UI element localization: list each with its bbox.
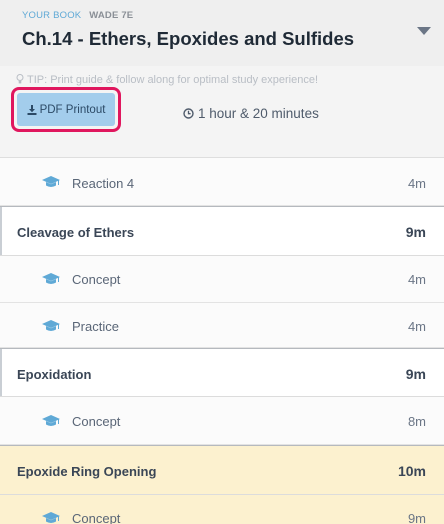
chapter-header: YOUR BOOK WADE 7E Ch.14 - Ethers, Epoxid… <box>0 0 444 66</box>
lesson-duration: 4m <box>407 176 426 191</box>
book-name: WADE 7E <box>89 10 134 21</box>
section-header[interactable]: Cleavage of Ethers 9m <box>0 206 444 256</box>
graduation-cap-icon <box>42 273 60 284</box>
section-duration: 9m <box>405 366 426 382</box>
total-duration-text: 1 hour & 20 minutes <box>198 106 319 121</box>
lesson-duration: 4m <box>407 272 426 287</box>
chapter-outline: Reaction 4 4m Cleavage of Ethers 9m Conc… <box>0 158 444 524</box>
tip-text-container: TIP: Print guide & follow along for opti… <box>16 74 318 86</box>
pdf-printout-button[interactable]: PDF Printout <box>17 93 115 126</box>
section-duration: 9m <box>405 224 426 240</box>
list-item[interactable]: Concept 4m <box>0 256 444 303</box>
section-title: Epoxidation <box>17 367 92 382</box>
lightbulb-icon <box>16 74 24 84</box>
list-item[interactable]: Concept 9m <box>0 495 444 524</box>
download-icon <box>27 104 37 115</box>
section-title: Cleavage of Ethers <box>17 225 135 240</box>
graduation-cap-icon <box>42 176 60 187</box>
pdf-button-label: PDF Printout <box>39 103 106 116</box>
total-duration: 1 hour & 20 minutes <box>183 106 319 121</box>
book-info: YOUR BOOK WADE 7E <box>22 10 133 21</box>
graduation-cap-icon <box>42 415 60 426</box>
lesson-label: Practice <box>72 319 119 334</box>
section-header[interactable]: Epoxidation 9m <box>0 348 444 397</box>
lesson-duration: 8m <box>407 414 426 429</box>
clock-icon <box>183 108 194 119</box>
list-item[interactable]: Concept 8m <box>0 397 444 445</box>
book-label: YOUR BOOK <box>22 10 82 21</box>
graduation-cap-icon <box>42 320 60 331</box>
lesson-label: Concept <box>72 511 121 524</box>
graduation-cap-icon <box>42 512 60 523</box>
lesson-duration: 4m <box>407 319 426 334</box>
chevron-down-icon[interactable] <box>417 27 431 35</box>
chapter-title[interactable]: Ch.14 - Ethers, Epoxides and Sulfides <box>22 28 354 50</box>
list-item[interactable]: Practice 4m <box>0 303 444 348</box>
lesson-duration: 9m <box>407 511 426 524</box>
lesson-label: Reaction 4 <box>72 176 135 191</box>
section-title: Epoxide Ring Opening <box>17 464 157 479</box>
tip-text: TIP: Print guide & follow along for opti… <box>27 74 319 86</box>
lesson-label: Concept <box>72 414 121 429</box>
list-item[interactable]: Reaction 4 4m <box>0 158 444 206</box>
section-header[interactable]: Epoxide Ring Opening 10m <box>0 445 444 495</box>
section-duration: 10m <box>397 463 426 479</box>
lesson-label: Concept <box>72 272 121 287</box>
